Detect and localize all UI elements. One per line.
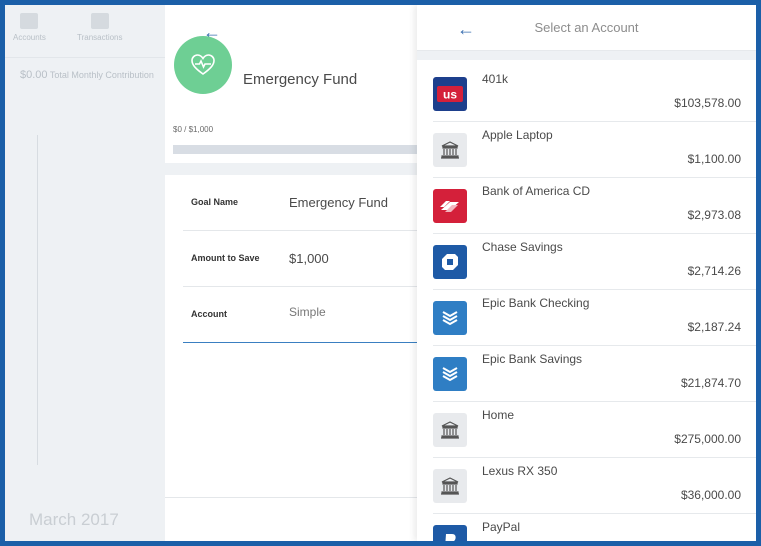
account-name: Chase Savings — [482, 240, 563, 254]
goal-panel: ← Emergency Fund $0 / $1,000 Goal Name E… — [165, 5, 418, 541]
account-balance: $275,000.00 — [674, 432, 741, 446]
account-row-epic-bank-checking[interactable]: Epic Bank Checking $2,187.24 — [433, 290, 756, 346]
nav-accounts[interactable]: Accounts — [13, 13, 46, 42]
total-label: Total Monthly Contribution — [49, 70, 154, 80]
account-row-paypal[interactable]: PayPal — [433, 514, 756, 541]
account-row-401k[interactable]: us 401k $103,578.00 — [433, 66, 756, 122]
account-label: Account — [191, 309, 227, 319]
account-balance: $36,000.00 — [680, 488, 741, 502]
account-name: Lexus RX 350 — [482, 464, 558, 478]
nav-accounts-label: Accounts — [13, 33, 46, 42]
header-gap — [417, 51, 756, 60]
goal-name-field[interactable]: Goal Name Emergency Fund — [183, 175, 417, 231]
amount-to-save-field[interactable]: Amount to Save $1,000 — [183, 231, 417, 287]
month-label: March 2017 — [29, 510, 119, 529]
account-row-bank-of-america-cd[interactable]: Bank of America CD $2,973.08 — [433, 178, 756, 234]
section-divider — [165, 163, 417, 175]
account-name: Bank of America CD — [482, 184, 591, 198]
account-balance: $2,973.08 — [687, 208, 741, 222]
epic-bank-logo-icon — [433, 301, 467, 335]
goal-name-label: Goal Name — [191, 197, 239, 207]
bank-building-icon — [433, 133, 467, 167]
bank-building-icon — [433, 413, 467, 447]
account-balance: $1,100.00 — [687, 152, 741, 166]
nav-transactions-label: Transactions — [77, 33, 123, 42]
background-app: Accounts Transactions $0.00 Total Monthl… — [5, 5, 165, 541]
goal-title: Emergency Fund — [243, 71, 358, 88]
bank-of-america-logo-icon — [433, 189, 467, 223]
us-bank-logo-icon: us — [433, 77, 467, 111]
app-window: Accounts Transactions $0.00 Total Monthl… — [5, 5, 756, 541]
account-balance: $2,187.24 — [687, 320, 741, 334]
account-row-apple-laptop[interactable]: Apple Laptop $1,100.00 — [433, 122, 756, 178]
account-balance: $103,578.00 — [674, 96, 741, 110]
account-name: PayPal — [482, 520, 521, 534]
account-name: Home — [482, 408, 515, 422]
account-selector-panel: ← Select an Account us 401k $103,578.00 — [417, 5, 756, 541]
background-nav: Accounts Transactions — [5, 5, 165, 58]
goal-footer-divider — [165, 497, 417, 498]
total-amount: $0.00 — [20, 69, 48, 81]
briefcase-icon — [20, 13, 39, 29]
account-row-home[interactable]: Home $275,000.00 — [433, 402, 756, 458]
heart-pulse-icon — [174, 36, 232, 94]
account-value[interactable]: Simple — [289, 305, 326, 319]
account-list: us 401k $103,578.00 Apple Laptop $1,100.… — [417, 66, 756, 541]
timeline-line — [37, 135, 38, 465]
amount-to-save-value[interactable]: $1,000 — [289, 251, 329, 266]
amount-to-save-label: Amount to Save — [191, 253, 260, 263]
total-monthly-contribution: $0.00 Total Monthly Contribution — [20, 69, 154, 81]
account-row-lexus-rx-350[interactable]: Lexus RX 350 $36,000.00 — [433, 458, 756, 514]
goal-progress-bar — [173, 145, 417, 154]
chase-logo-icon — [433, 245, 467, 279]
account-row-epic-bank-savings[interactable]: Epic Bank Savings $21,874.70 — [433, 346, 756, 402]
account-row-chase-savings[interactable]: Chase Savings $2,714.26 — [433, 234, 756, 290]
account-balance: $21,874.70 — [680, 376, 741, 390]
epic-bank-logo-icon — [433, 357, 467, 391]
list-icon — [90, 13, 109, 29]
bank-building-icon — [433, 469, 467, 503]
account-selector-header: ← Select an Account — [417, 5, 756, 51]
goal-form: Goal Name Emergency Fund Amount to Save … — [183, 175, 417, 343]
account-balance: $2,714.26 — [687, 264, 741, 278]
goal-progress-text: $0 / $1,000 — [173, 125, 214, 134]
nav-transactions[interactable]: Transactions — [77, 13, 123, 42]
account-name: Epic Bank Savings — [482, 352, 583, 366]
goal-name-value[interactable]: Emergency Fund — [289, 195, 388, 210]
paypal-logo-icon — [433, 525, 467, 541]
account-name: 401k — [482, 72, 509, 86]
svg-text:us: us — [443, 88, 457, 102]
account-name: Epic Bank Checking — [482, 296, 590, 310]
account-field[interactable]: Account Simple — [183, 287, 417, 343]
account-name: Apple Laptop — [482, 128, 553, 142]
account-selector-title: Select an Account — [534, 20, 639, 35]
